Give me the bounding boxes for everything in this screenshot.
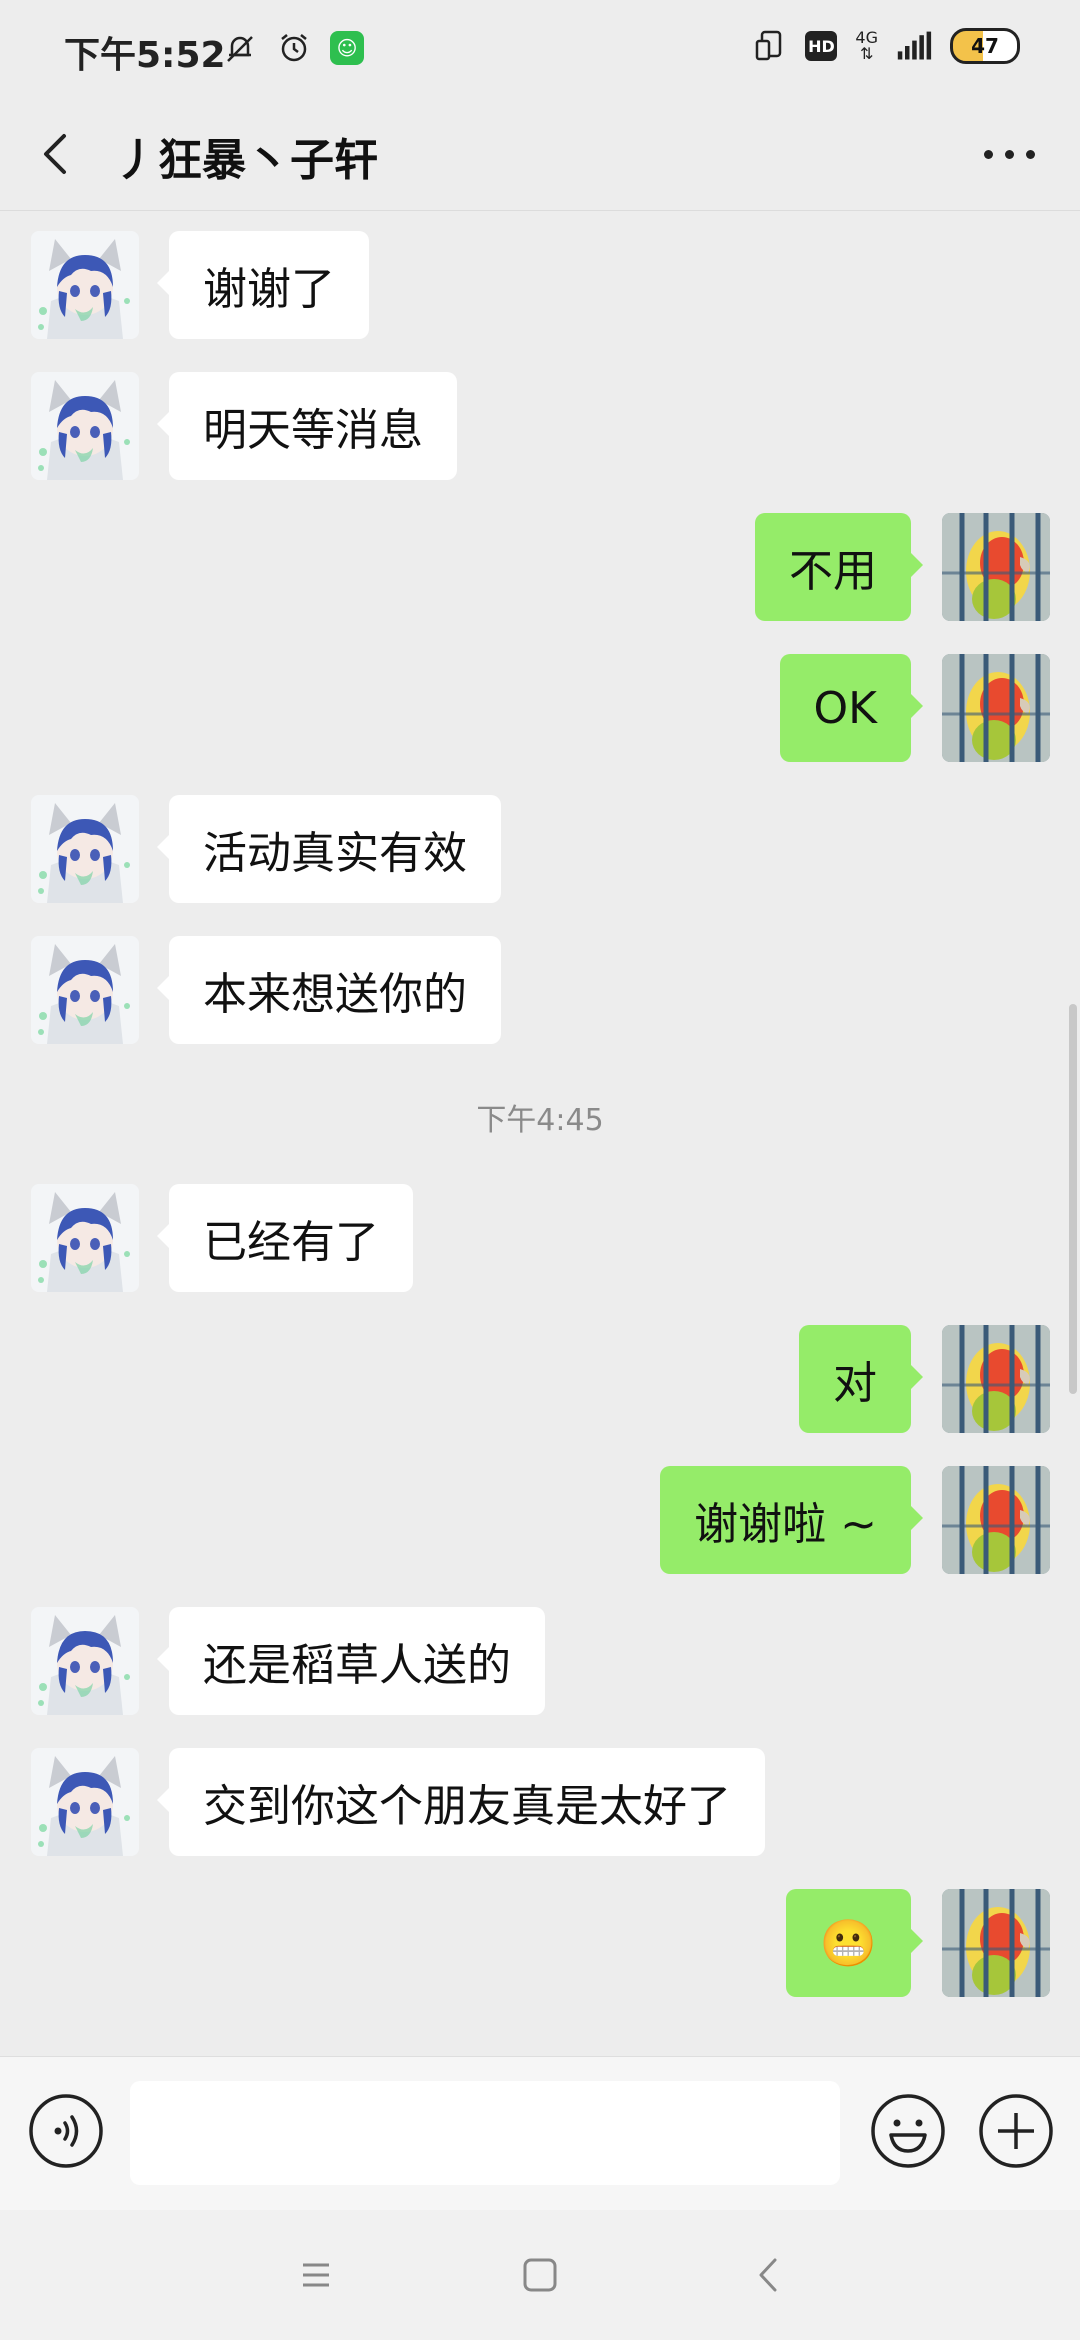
received-message-bubble[interactable]: 交到你这个朋友真是太好了 (157, 1748, 765, 1856)
contact-avatar[interactable] (31, 1184, 139, 1292)
system-navigation-bar (0, 2210, 1080, 2340)
list-item: 交到你这个朋友真是太好了 (0, 1748, 1080, 1858)
my-avatar[interactable] (942, 1889, 1050, 1997)
recent-apps-button[interactable] (291, 2250, 341, 2300)
sent-message-bubble[interactable]: 对 (799, 1325, 923, 1433)
received-message-bubble[interactable]: 已经有了 (157, 1184, 413, 1292)
list-item: 不用 (0, 513, 1080, 623)
chevron-left-icon (44, 134, 66, 174)
smiley-icon (871, 2094, 945, 2168)
list-item: OK (0, 654, 1080, 764)
list-item: 还是稻草人送的 (0, 1607, 1080, 1717)
contact-avatar[interactable] (31, 936, 139, 1044)
status-left-icons: ☺ (222, 30, 364, 66)
received-message-bubble[interactable]: 还是稻草人送的 (157, 1607, 545, 1715)
my-avatar[interactable] (942, 513, 1050, 621)
more-dot-icon (1025, 149, 1035, 159)
app-notification-icon: ☺ (330, 31, 364, 65)
message-input[interactable] (130, 2081, 840, 2185)
sent-message-bubble[interactable]: 谢谢啦 ~ (660, 1466, 923, 1574)
sent-message-bubble[interactable]: OK (779, 654, 923, 762)
voice-input-button[interactable] (28, 2093, 104, 2169)
contact-avatar[interactable] (31, 231, 139, 339)
my-avatar[interactable] (942, 1466, 1050, 1574)
chat-header: 丿狂暴丶子轩 (0, 100, 1080, 211)
received-message-bubble[interactable]: 本来想送你的 (157, 936, 501, 1044)
plus-icon (979, 2094, 1053, 2168)
sent-message-bubble[interactable]: 不用 (755, 513, 923, 621)
status-time: 下午5:52 (64, 35, 226, 76)
list-item: 对 (0, 1325, 1080, 1435)
more-dot-icon (983, 149, 993, 159)
voice-icon (29, 2094, 103, 2168)
menu-icon (303, 2263, 329, 2287)
chat-message-list[interactable]: 谢谢了 明天等消息 不用 OK 活动真实有效 本来想送你的 下午4:45 已经有… (0, 211, 1080, 2056)
my-avatar[interactable] (942, 654, 1050, 762)
status-right-icons: HD 4G ⇅ 47 (751, 28, 1020, 64)
more-functions-button[interactable] (978, 2093, 1054, 2169)
scrollbar[interactable] (1069, 1004, 1077, 1394)
chat-title: 丿狂暴丶子轩 (114, 135, 378, 186)
system-back-button[interactable] (745, 2250, 795, 2300)
more-options-button[interactable] (974, 124, 1044, 184)
mute-bell-icon (222, 30, 258, 66)
signal-strength-icon (896, 28, 932, 64)
screen-cast-icon (751, 28, 787, 64)
list-item: 明天等消息 (0, 372, 1080, 482)
network-indicator: 4G ⇅ (855, 30, 878, 62)
data-arrows-icon: ⇅ (860, 44, 874, 63)
contact-avatar[interactable] (31, 1607, 139, 1715)
contact-avatar[interactable] (31, 795, 139, 903)
back-button[interactable] (28, 124, 88, 184)
more-dot-icon (1004, 149, 1014, 159)
received-message-bubble[interactable]: 明天等消息 (157, 372, 457, 480)
hd-voice-icon: HD (805, 31, 838, 61)
list-item: 本来想送你的 (0, 936, 1080, 1046)
my-avatar[interactable] (942, 1325, 1050, 1433)
back-arrow-icon (759, 2258, 777, 2292)
contact-avatar[interactable] (31, 1748, 139, 1856)
list-item: 😬 (0, 1889, 1080, 1999)
list-item: 谢谢了 (0, 231, 1080, 341)
contact-avatar[interactable] (31, 372, 139, 480)
list-item: 谢谢啦 ~ (0, 1466, 1080, 1576)
battery-indicator: 47 (950, 28, 1020, 64)
alarm-clock-icon (276, 30, 312, 66)
received-message-bubble[interactable]: 谢谢了 (157, 231, 369, 339)
input-bar (0, 2056, 1080, 2211)
message-timestamp: 下午4:45 (476, 1103, 604, 1138)
square-icon (523, 2258, 557, 2292)
status-bar: 下午5:52 ☺ HD 4G ⇅ 47 (0, 0, 1080, 100)
list-item: 活动真实有效 (0, 795, 1080, 905)
home-button[interactable] (515, 2250, 565, 2300)
received-message-bubble[interactable]: 活动真实有效 (157, 795, 501, 903)
sent-emoji-bubble[interactable]: 😬 (785, 1889, 924, 1997)
emoji-button[interactable] (870, 2093, 946, 2169)
list-item: 已经有了 (0, 1184, 1080, 1294)
